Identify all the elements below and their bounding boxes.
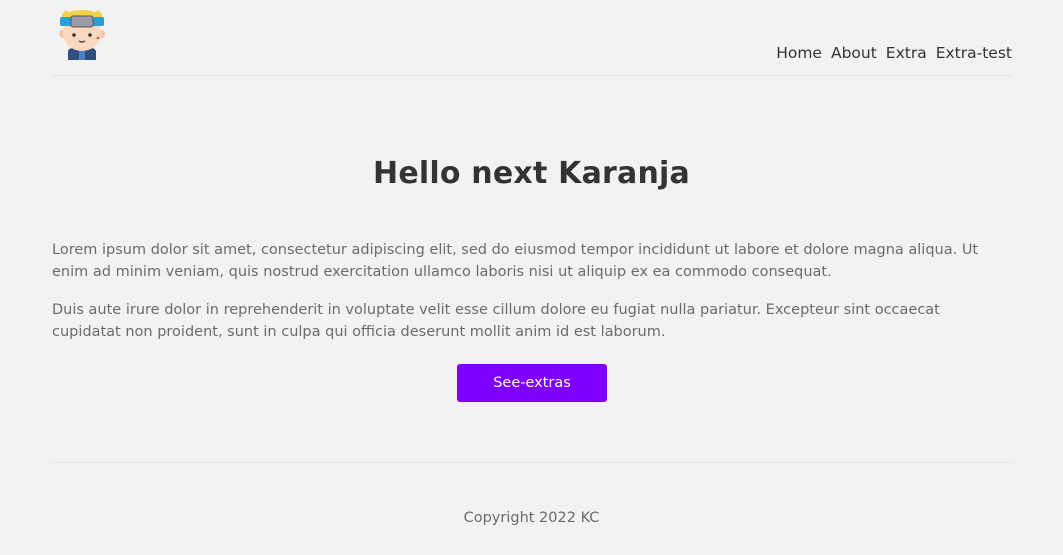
page: Home About Extra Extra-test Hello next K… (0, 0, 1063, 555)
footer-copyright: Copyright 2022 KC (463, 510, 600, 526)
nav-link-about[interactable]: About (831, 44, 877, 62)
intro-paragraph-2: Duis aute irure dolor in reprehenderit i… (52, 302, 940, 340)
site-header: Home About Extra Extra-test (52, 0, 1012, 76)
nav-link-extra-test[interactable]: Extra-test (936, 44, 1012, 62)
see-extras-button[interactable]: See-extras (457, 364, 607, 402)
ninja-avatar-icon[interactable] (54, 8, 110, 60)
nav-link-extra[interactable]: Extra (886, 44, 927, 62)
intro-paragraph-1: Lorem ipsum dolor sit amet, consectetur … (52, 242, 979, 280)
page-title: Hello next Karanja (373, 156, 690, 191)
main-nav: Home About Extra Extra-test (767, 44, 1012, 62)
nav-link-home[interactable]: Home (776, 44, 822, 62)
footer-divider (52, 462, 1012, 463)
